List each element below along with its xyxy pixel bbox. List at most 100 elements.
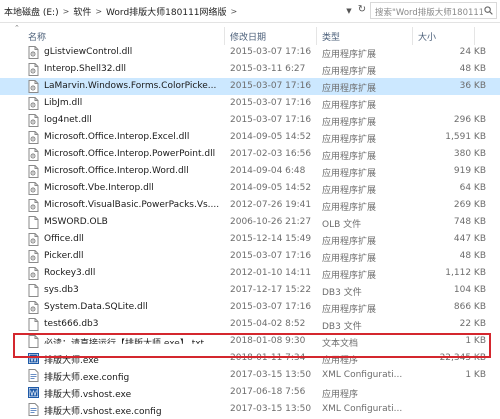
file-row[interactable]: sys.db3 2017-12-17 15:22 DB3 文件 104 KB: [0, 282, 500, 299]
file-date: 2015-12-14 15:49: [230, 234, 312, 244]
exe-icon: W: [28, 386, 39, 399]
column-name[interactable]: 名称: [28, 30, 46, 43]
breadcrumb-folder-current[interactable]: Word排版大师180111网络版: [106, 5, 227, 18]
dll-icon: [28, 97, 39, 110]
file-size: 919 KB: [453, 166, 486, 176]
file-name: 排版大师.exe.config: [44, 373, 130, 383]
dll-icon: [28, 267, 39, 280]
file-name: Picker.dll: [44, 251, 84, 261]
file-date: 2015-03-07 17:16: [230, 98, 312, 108]
file-size: 269 KB: [453, 200, 486, 210]
svg-text:W: W: [30, 389, 37, 397]
file-row[interactable]: Microsoft.Vbe.Interop.dll 2014-09-05 14:5…: [0, 180, 500, 197]
file-type: 应用程序: [322, 390, 359, 400]
refresh-icon[interactable]: ↻: [355, 3, 369, 17]
file-size: 24 KB: [459, 47, 486, 57]
column-size[interactable]: 大小: [418, 30, 436, 43]
dll-icon: [28, 114, 39, 127]
address-bar[interactable]: 本地磁盘 (E:) > 软件 > Word排版大师180111网络版 > ▼ ↻…: [0, 0, 500, 23]
file-row[interactable]: Microsoft.VisualBasic.PowerPacks.Vs.... 2…: [0, 197, 500, 214]
file-type: 应用程序扩展: [322, 118, 377, 128]
file-date: 2006-10-26 21:27: [230, 217, 312, 227]
vertical-scrollbar[interactable]: [489, 44, 499, 406]
file-row[interactable]: LaMarvin.Windows.Forms.ColorPicke... 2015…: [0, 78, 500, 95]
file-icon: [28, 284, 39, 297]
file-row[interactable]: log4net.dll 2015-03-07 17:16 应用程序扩展 296 KB: [0, 112, 500, 129]
search-icon[interactable]: [484, 6, 493, 15]
file-type: DB3 文件: [322, 288, 362, 298]
file-row[interactable]: Picker.dll 2015-03-07 17:16 应用程序扩展 48 KB: [0, 248, 500, 265]
file-date: 2015-03-07 17:16: [230, 302, 312, 312]
file-name: gListviewControl.dll: [44, 47, 133, 57]
file-row[interactable]: MSWORD.OLB 2006-10-26 21:27 OLB 文件 748 KB: [0, 214, 500, 231]
column-type[interactable]: 类型: [322, 30, 340, 43]
file-type: 应用程序扩展: [322, 254, 377, 264]
file-type: XML Configurati...: [322, 370, 403, 380]
file-size: 866 KB: [453, 302, 486, 312]
file-date: 2015-03-07 17:16: [230, 251, 312, 261]
file-row[interactable]: gListviewControl.dll 2015-03-07 17:16 应用程序…: [0, 44, 500, 61]
dll-icon: [28, 165, 39, 178]
file-size: 48 KB: [459, 64, 486, 74]
breadcrumb-separator-icon[interactable]: >: [63, 7, 70, 16]
file-row[interactable]: Rockey3.dll 2012-01-10 14:11 应用程序扩展 1,112 K…: [0, 265, 500, 282]
file-size: 48 KB: [459, 251, 486, 261]
config-icon: [28, 369, 39, 382]
file-row[interactable]: LibJm.dll 2015-03-07 17:16 应用程序扩展: [0, 95, 500, 112]
file-row[interactable]: 排版大师.vshost.exe.config 2017-03-15 13:50 XM…: [0, 401, 500, 418]
dll-icon: [28, 131, 39, 144]
file-name: Rockey3.dll: [44, 268, 96, 278]
file-type: 应用程序扩展: [322, 84, 377, 94]
dll-icon: [28, 46, 39, 59]
file-date: 2014-09-05 14:52: [230, 183, 312, 193]
file-date: 2015-04-02 8:52: [230, 319, 306, 329]
file-row[interactable]: Office.dll 2015-12-14 15:49 应用程序扩展 447 KB: [0, 231, 500, 248]
file-date: 2015-03-07 17:16: [230, 81, 312, 91]
file-type: 应用程序扩展: [322, 237, 377, 247]
file-type: 应用程序扩展: [322, 169, 377, 179]
file-name: Microsoft.Office.Interop.Excel.dll: [44, 132, 190, 142]
file-size: 447 KB: [453, 234, 486, 244]
column-divider[interactable]: [224, 27, 225, 45]
column-divider[interactable]: [412, 27, 413, 45]
file-name: sys.db3: [44, 285, 79, 295]
file-size: 1,591 KB: [445, 132, 486, 142]
column-divider[interactable]: [474, 27, 475, 45]
file-date: 2014-09-05 14:52: [230, 132, 312, 142]
breadcrumb-separator-icon[interactable]: >: [231, 7, 238, 16]
file-date: 2015-03-07 17:16: [230, 47, 312, 57]
dll-icon: [28, 233, 39, 246]
column-date[interactable]: 修改日期: [230, 30, 266, 43]
address-dropdown-icon[interactable]: ▼: [343, 4, 355, 18]
file-type: 应用程序扩展: [322, 50, 377, 60]
dll-icon: [28, 63, 39, 76]
file-row[interactable]: test666.db3 2015-04-02 8:52 DB3 文件 22 KB: [0, 316, 500, 333]
file-size: 64 KB: [459, 183, 486, 193]
file-row[interactable]: Microsoft.Office.Interop.Word.dll 2014-09…: [0, 163, 500, 180]
file-name: Microsoft.VisualBasic.PowerPacks.Vs....: [44, 200, 220, 210]
file-size: 296 KB: [453, 115, 486, 125]
file-type: 应用程序扩展: [322, 152, 377, 162]
file-date: 2017-06-18 7:56: [230, 387, 306, 397]
file-row[interactable]: W 排版大师.vshost.exe 2017-06-18 7:56 应用程序: [0, 384, 500, 401]
file-date: 2015-03-11 6:27: [230, 64, 306, 74]
dll-icon: [28, 250, 39, 263]
file-name: Interop.Shell32.dll: [44, 64, 126, 74]
file-size: 380 KB: [453, 149, 486, 159]
file-type: 应用程序扩展: [322, 271, 377, 281]
file-row[interactable]: Interop.Shell32.dll 2015-03-11 6:27 应用程序扩展…: [0, 61, 500, 78]
file-name: Office.dll: [44, 234, 84, 244]
file-row[interactable]: 排版大师.exe.config 2017-03-15 13:50 XML Confi…: [0, 367, 500, 384]
search-input[interactable]: 搜索"Word排版大师180111网络版": [375, 6, 483, 18]
breadcrumb-drive[interactable]: 本地磁盘 (E:): [4, 5, 59, 18]
file-row[interactable]: System.Data.SQLite.dll 2015-03-07 17:16 应用…: [0, 299, 500, 316]
file-name: MSWORD.OLB: [44, 217, 108, 227]
search-box[interactable]: 搜索"Word排版大师180111网络版": [370, 2, 497, 19]
file-row[interactable]: Microsoft.Office.Interop.PowerPoint.dll 2…: [0, 146, 500, 163]
file-type: 应用程序扩展: [322, 305, 377, 315]
dll-icon: [28, 199, 39, 212]
file-row[interactable]: Microsoft.Office.Interop.Excel.dll 2014-0…: [0, 129, 500, 146]
breadcrumb-folder-software[interactable]: 软件: [73, 5, 91, 18]
column-divider[interactable]: [316, 27, 317, 45]
breadcrumb-separator-icon[interactable]: >: [95, 7, 102, 16]
